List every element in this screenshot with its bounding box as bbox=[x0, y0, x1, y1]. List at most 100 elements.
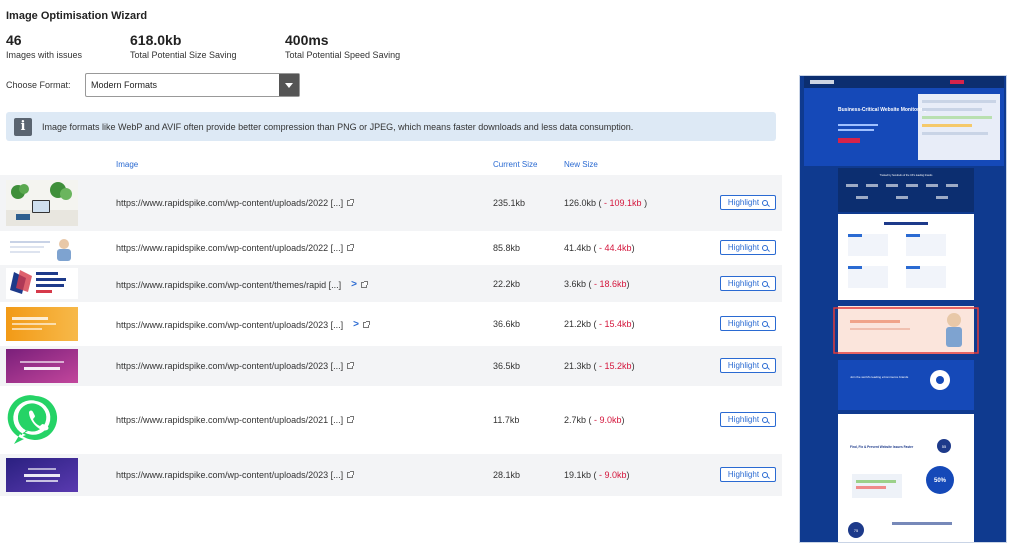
table-row: https://www.rapidspike.com/wp-content/up… bbox=[0, 231, 782, 265]
size-saving: - 15.2kb bbox=[596, 361, 632, 371]
current-size: 36.5kb bbox=[493, 361, 521, 371]
image-url-text[interactable]: https://www.rapidspike.com/wp-content/up… bbox=[116, 243, 343, 253]
image-url[interactable]: https://www.rapidspike.com/wp-content/up… bbox=[116, 361, 355, 371]
table-row: https://www.rapidspike.com/wp-content/up… bbox=[0, 346, 782, 386]
info-icon: i bbox=[14, 117, 32, 136]
new-size: 19.1kb ( - 9.0kb) bbox=[564, 470, 630, 480]
current-size: 36.6kb bbox=[493, 319, 521, 329]
image-thumbnail bbox=[6, 307, 78, 341]
new-size: 3.6kb ( - 18.6kb) bbox=[564, 279, 630, 289]
format-select[interactable]: Modern Formats bbox=[85, 73, 300, 97]
external-link-icon[interactable] bbox=[347, 362, 355, 369]
highlight-button[interactable]: Highlight bbox=[720, 240, 776, 255]
image-thumbnail bbox=[6, 180, 78, 226]
search-icon bbox=[762, 416, 769, 423]
image-url[interactable]: https://www.rapidspike.com/wp-content/up… bbox=[116, 198, 355, 208]
table-row: https://www.rapidspike.com/wp-content/up… bbox=[0, 386, 782, 454]
external-link-icon[interactable] bbox=[347, 244, 355, 251]
stat-label: Images with issues bbox=[6, 50, 83, 60]
stat-label: Total Potential Speed Saving bbox=[285, 50, 401, 60]
current-size: 28.1kb bbox=[493, 470, 521, 480]
new-size-value: 2.7kb ( bbox=[564, 415, 592, 425]
table-row: https://www.rapidspike.com/wp-content/th… bbox=[0, 265, 782, 302]
table-row: https://www.rapidspike.com/wp-content/up… bbox=[0, 454, 782, 496]
image-url-text[interactable]: https://www.rapidspike.com/wp-content/th… bbox=[116, 280, 341, 290]
new-size-close: ) bbox=[626, 279, 630, 289]
column-header-image[interactable]: Image bbox=[116, 160, 138, 169]
new-size-close: ) bbox=[631, 361, 635, 371]
external-link-icon[interactable] bbox=[347, 471, 355, 478]
highlight-button-label: Highlight bbox=[727, 198, 760, 207]
chevron-right-icon[interactable]: > bbox=[353, 319, 359, 330]
highlight-button[interactable]: Highlight bbox=[720, 358, 776, 373]
size-saving: - 15.4kb bbox=[596, 319, 632, 329]
image-url-text[interactable]: https://www.rapidspike.com/wp-content/up… bbox=[116, 470, 343, 480]
current-size: 22.2kb bbox=[493, 279, 521, 289]
new-size-value: 21.3kb ( bbox=[564, 361, 597, 371]
new-size-close: ) bbox=[631, 243, 635, 253]
preview-stat-c: 55 bbox=[942, 444, 947, 449]
stat-size-saving: 618.0kb Total Potential Size Saving bbox=[130, 32, 237, 60]
image-thumbnail bbox=[6, 268, 78, 299]
new-size: 126.0kb ( - 109.1kb ) bbox=[564, 198, 647, 208]
stat-images-with-issues: 46 Images with issues bbox=[6, 32, 82, 60]
new-size-value: 3.6kb ( bbox=[564, 279, 592, 289]
stat-value: 400ms bbox=[285, 32, 329, 48]
image-url[interactable]: https://www.rapidspike.com/wp-content/up… bbox=[116, 319, 370, 330]
chevron-right-icon[interactable]: > bbox=[351, 279, 357, 290]
column-header-new-size[interactable]: New Size bbox=[564, 160, 598, 169]
preview-join-text: Join the world's leading eCommerce brand… bbox=[850, 375, 909, 379]
image-url-text[interactable]: https://www.rapidspike.com/wp-content/up… bbox=[116, 320, 343, 330]
highlight-button[interactable]: Highlight bbox=[720, 276, 776, 291]
new-size: 41.4kb ( - 44.4kb) bbox=[564, 243, 635, 253]
image-url-text[interactable]: https://www.rapidspike.com/wp-content/up… bbox=[116, 361, 343, 371]
highlight-button[interactable]: Highlight bbox=[720, 412, 776, 427]
image-url[interactable]: https://www.rapidspike.com/wp-content/up… bbox=[116, 243, 355, 253]
external-link-icon[interactable] bbox=[347, 199, 355, 206]
current-size: 235.1kb bbox=[493, 198, 526, 208]
highlight-button[interactable]: Highlight bbox=[720, 195, 776, 210]
highlight-button-label: Highlight bbox=[727, 319, 760, 328]
image-url-text[interactable]: https://www.rapidspike.com/wp-content/up… bbox=[116, 415, 343, 425]
size-saving: - 18.6kb bbox=[591, 279, 627, 289]
new-size-close: ) bbox=[626, 470, 630, 480]
new-size: 21.2kb ( - 15.4kb) bbox=[564, 319, 635, 329]
current-size: 85.8kb bbox=[493, 243, 521, 253]
stat-value: 46 bbox=[6, 32, 22, 48]
highlight-button-label: Highlight bbox=[727, 279, 760, 288]
new-size: 2.7kb ( - 9.0kb) bbox=[564, 415, 625, 425]
external-link-icon[interactable] bbox=[347, 416, 355, 423]
format-label: Choose Format: bbox=[6, 80, 71, 90]
image-url[interactable]: https://www.rapidspike.com/wp-content/up… bbox=[116, 470, 355, 480]
search-icon bbox=[762, 320, 769, 327]
new-size-close: ) bbox=[631, 319, 635, 329]
stat-speed-saving: 400ms Total Potential Speed Saving bbox=[285, 32, 400, 60]
search-icon bbox=[762, 280, 769, 287]
column-header-current-size[interactable]: Current Size bbox=[493, 160, 537, 169]
preview-hero-title: Business-Critical Website Monitoring bbox=[838, 107, 927, 113]
highlight-button-label: Highlight bbox=[727, 361, 760, 370]
page-preview[interactable]: Business-Critical Website Monitoring Tru… bbox=[799, 75, 1007, 543]
search-icon bbox=[762, 471, 769, 478]
new-size-close: ) bbox=[621, 415, 625, 425]
size-saving: - 44.4kb bbox=[596, 243, 632, 253]
external-link-icon[interactable] bbox=[360, 280, 368, 288]
whatsapp-icon bbox=[6, 390, 66, 450]
image-url[interactable]: https://www.rapidspike.com/wp-content/th… bbox=[116, 279, 368, 290]
image-thumbnail bbox=[6, 235, 78, 261]
format-select-value: Modern Formats bbox=[91, 80, 158, 90]
stat-label: Total Potential Size Saving bbox=[130, 50, 237, 60]
image-url[interactable]: https://www.rapidspike.com/wp-content/up… bbox=[116, 415, 355, 425]
current-size: 11.7kb bbox=[493, 415, 520, 425]
page-title: Image Optimisation Wizard bbox=[6, 10, 148, 22]
size-saving: - 9.0kb bbox=[591, 415, 622, 425]
external-link-icon[interactable] bbox=[362, 320, 370, 328]
chevron-down-icon[interactable] bbox=[279, 74, 299, 96]
new-size-value: 19.1kb ( bbox=[564, 470, 597, 480]
info-banner: i Image formats like WebP and AVIF often… bbox=[6, 112, 776, 141]
highlight-button[interactable]: Highlight bbox=[720, 316, 776, 331]
preview-stat-b: 75 bbox=[854, 528, 859, 533]
new-size-value: 21.2kb ( bbox=[564, 319, 597, 329]
image-url-text[interactable]: https://www.rapidspike.com/wp-content/up… bbox=[116, 198, 343, 208]
highlight-button[interactable]: Highlight bbox=[720, 467, 776, 482]
